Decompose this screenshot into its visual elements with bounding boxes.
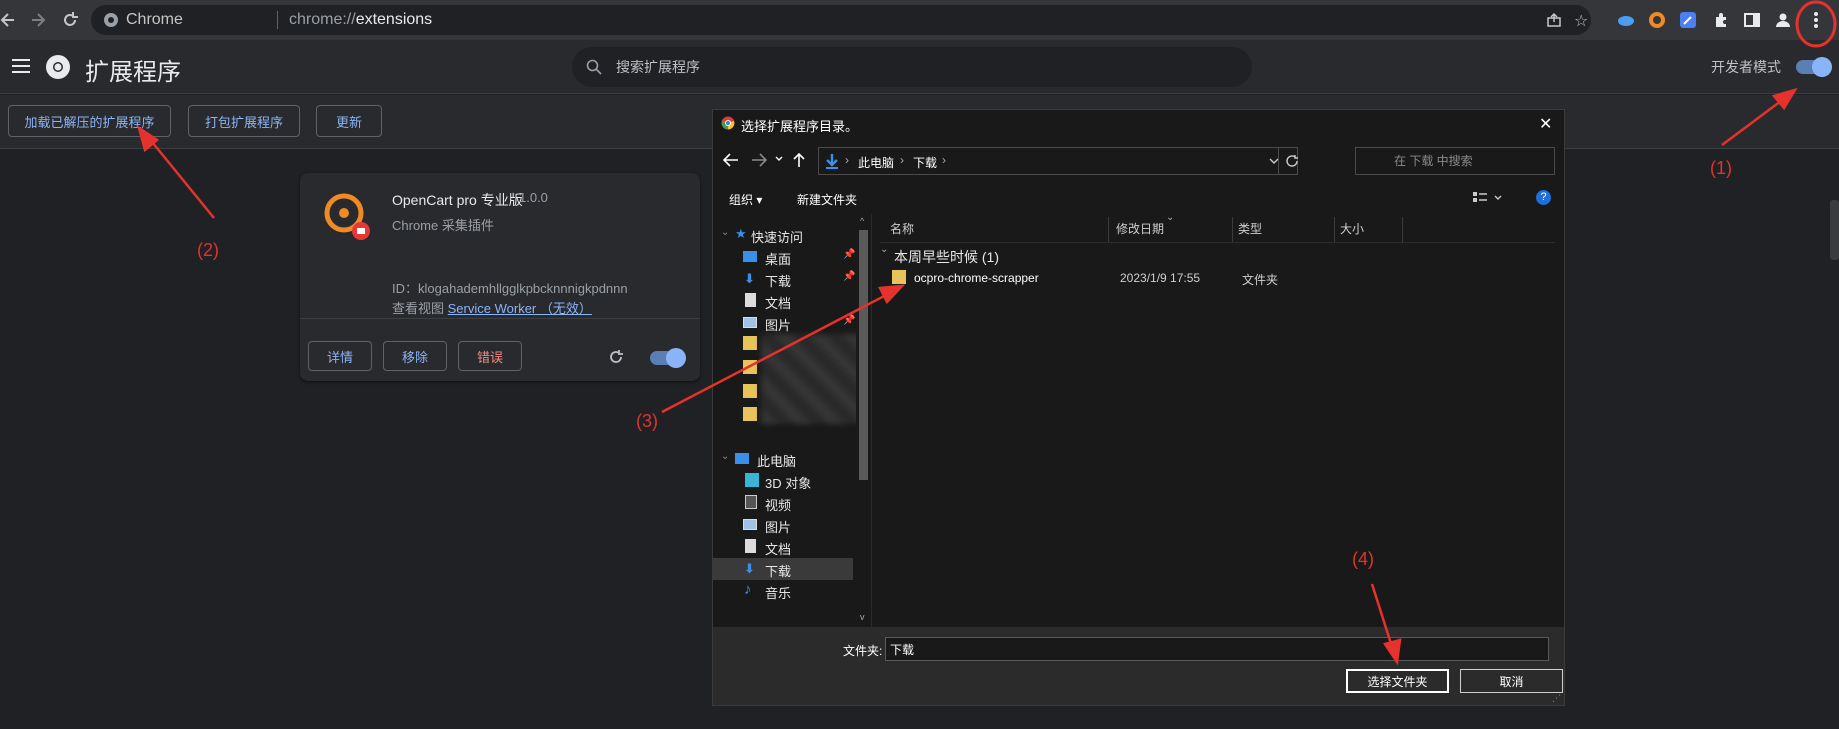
annotation-label-4: (4) xyxy=(1352,549,1374,569)
menu-highlight-circle xyxy=(1795,0,1837,48)
arrow-1-line xyxy=(1721,96,1786,147)
annotation-label-3: (3) xyxy=(636,411,658,431)
arrow-4-head xyxy=(1382,638,1402,666)
arrow-2-line xyxy=(147,136,215,219)
annotation-label-1: (1) xyxy=(1710,158,1732,178)
arrow-4-line xyxy=(1370,583,1395,651)
arrow-3-head xyxy=(878,284,906,305)
annotation-label-2: (2) xyxy=(197,240,219,260)
annotation-arrows xyxy=(136,0,1837,666)
arrow-3-line xyxy=(661,291,891,414)
